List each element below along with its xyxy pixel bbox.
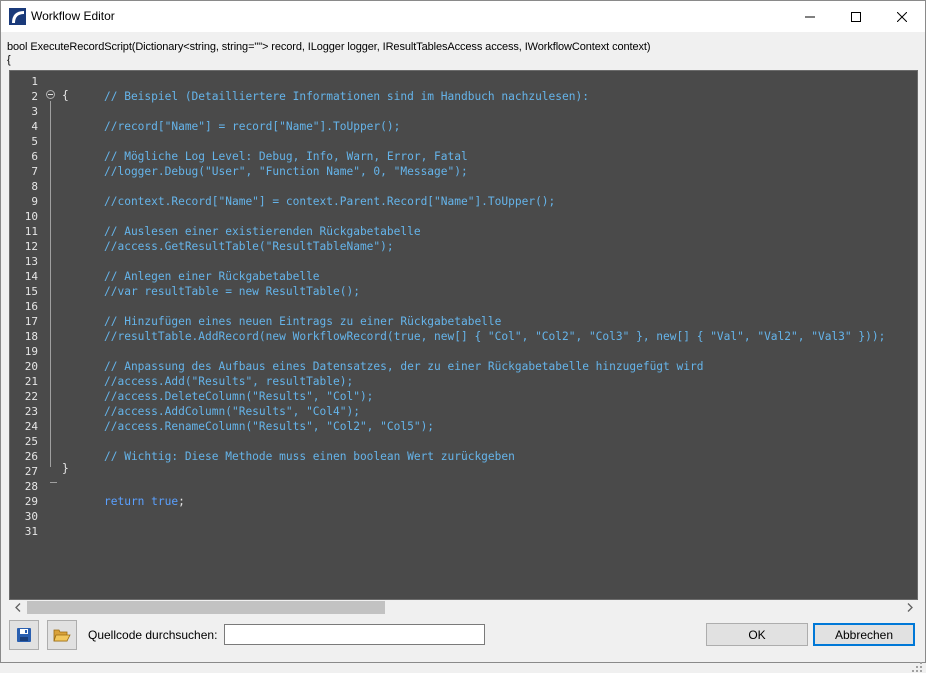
window-title: Workflow Editor [31,9,115,23]
code-line: // Beispiel (Detailliertere Informatione… [10,89,915,104]
code-comment: // Auslesen einer existierenden Rückgabe… [104,225,421,238]
code-line: //access.Add("Results", resultTable); [10,374,915,389]
code-comment: //access.RenameColumn("Results", "Col2",… [104,420,435,433]
code-comment: // Hinzufügen eines neuen Eintrags zu ei… [104,315,502,328]
fold-guide-end [50,482,57,483]
code-line: //context.Record["Name"] = context.Paren… [10,194,915,209]
line-number: 3 [31,105,38,118]
code-comment: //access.AddColumn("Results", "Col4"); [104,405,360,418]
chevron-right-icon [907,603,913,612]
code-line: //access.RenameColumn("Results", "Col2",… [10,419,915,434]
scroll-left-button[interactable] [9,600,26,615]
folder-open-icon [53,629,71,642]
close-button[interactable] [879,1,925,32]
save-button[interactable] [9,620,39,650]
return-statement: return true; [104,494,185,509]
ok-button[interactable]: OK [706,623,808,646]
maximize-icon [851,11,861,22]
save-icon [17,628,31,642]
line-number: 13 [24,255,38,268]
code-comment: // Anlegen einer Rückgabetabelle [104,270,320,283]
code-line: // Anpassung des Aufbaus eines Datensatz… [10,359,915,374]
line-number: 1 [31,75,38,88]
line-number: 16 [24,300,38,313]
bottom-toolbar: Quellcode durchsuchen: OK Abbrechen [1,619,925,672]
return-keyword: return [104,495,145,508]
code-comment: //logger.Debug("User", "Function Name", … [104,165,468,178]
line-number: 30 [24,510,38,523]
code-line: // Auslesen einer existierenden Rückgabe… [10,224,915,239]
line-number: 28 [24,480,38,493]
chevron-left-icon [14,603,20,612]
open-file-button[interactable] [47,620,77,650]
line-number: 8 [31,180,38,193]
code-line: // Anlegen einer Rückgabetabelle [10,269,915,284]
code-line: //resultTable.AddRecord(new WorkflowReco… [10,329,915,344]
line-number: 5 [31,135,38,148]
code-comment: //access.Add("Results", resultTable); [104,375,354,388]
signature-open-brace: { [7,54,11,66]
code-comment: //access.GetResultTable("ResultTableName… [104,240,394,253]
close-icon [897,11,907,22]
code-line: //access.AddColumn("Results", "Col4"); [10,404,915,419]
minimize-button[interactable] [787,1,833,32]
code-line: //access.DeleteColumn("Results", "Col"); [10,389,915,404]
scroll-thumb[interactable] [27,601,385,614]
line-number: 10 [24,210,38,223]
workflow-editor-window: Workflow Editor bool ExecuteRecordScript… [0,0,926,672]
semicolon: ; [178,495,185,508]
code-editor[interactable]: 1 2 3 4 5 6 7 8 9 10 11 12 13 14 15 16 17 18 19 20 21 22 23 24 2… [9,70,918,600]
cancel-button[interactable]: Abbrechen [813,623,915,646]
line-number: 31 [24,525,38,538]
horizontal-scrollbar[interactable] [9,600,918,615]
true-keyword: true [151,495,179,508]
code-comment: // Anpassung des Aufbaus eines Datensatz… [104,360,704,373]
code-line: //var resultTable = new ResultTable(); [10,284,915,299]
code-line: // Mögliche Log Level: Debug, Info, Warn… [10,149,915,164]
code-comment: //record["Name"] = record["Name"].ToUppe… [104,120,401,133]
signature-line: bool ExecuteRecordScript(Dictionary<stri… [7,41,651,53]
code-comment: // Beispiel (Detailliertere Informatione… [104,90,589,103]
scroll-right-button[interactable] [901,600,918,615]
line-number: 27 [24,465,38,478]
code-line: // Wichtig: Diese Methode muss einen boo… [10,449,915,464]
method-signature: bool ExecuteRecordScript(Dictionary<stri… [7,41,651,67]
title-bar[interactable]: Workflow Editor [1,1,925,32]
code-line: //record["Name"] = record["Name"].ToUppe… [10,119,915,134]
search-input[interactable] [224,624,485,645]
code-comment: //access.DeleteColumn("Results", "Col"); [104,390,374,403]
code-comment: //var resultTable = new ResultTable(); [104,285,360,298]
code-comment: // Mögliche Log Level: Debug, Info, Warn… [104,150,468,163]
code-comment: //context.Record["Name"] = context.Paren… [104,195,556,208]
code-comment: // Wichtig: Diese Methode muss einen boo… [104,450,515,463]
search-label: Quellcode durchsuchen: [88,628,218,642]
line-number: 25 [24,435,38,448]
minimize-icon [805,16,815,17]
line-number: 29 [24,495,38,508]
code-comment: //resultTable.AddRecord(new WorkflowReco… [104,330,886,343]
code-line: // Hinzufügen eines neuen Eintrags zu ei… [10,314,915,329]
maximize-button[interactable] [833,1,879,32]
app-icon [9,8,26,25]
line-number: 19 [24,345,38,358]
code-line: //logger.Debug("User", "Function Name", … [10,164,915,179]
code-line: //access.GetResultTable("ResultTableName… [10,239,915,254]
